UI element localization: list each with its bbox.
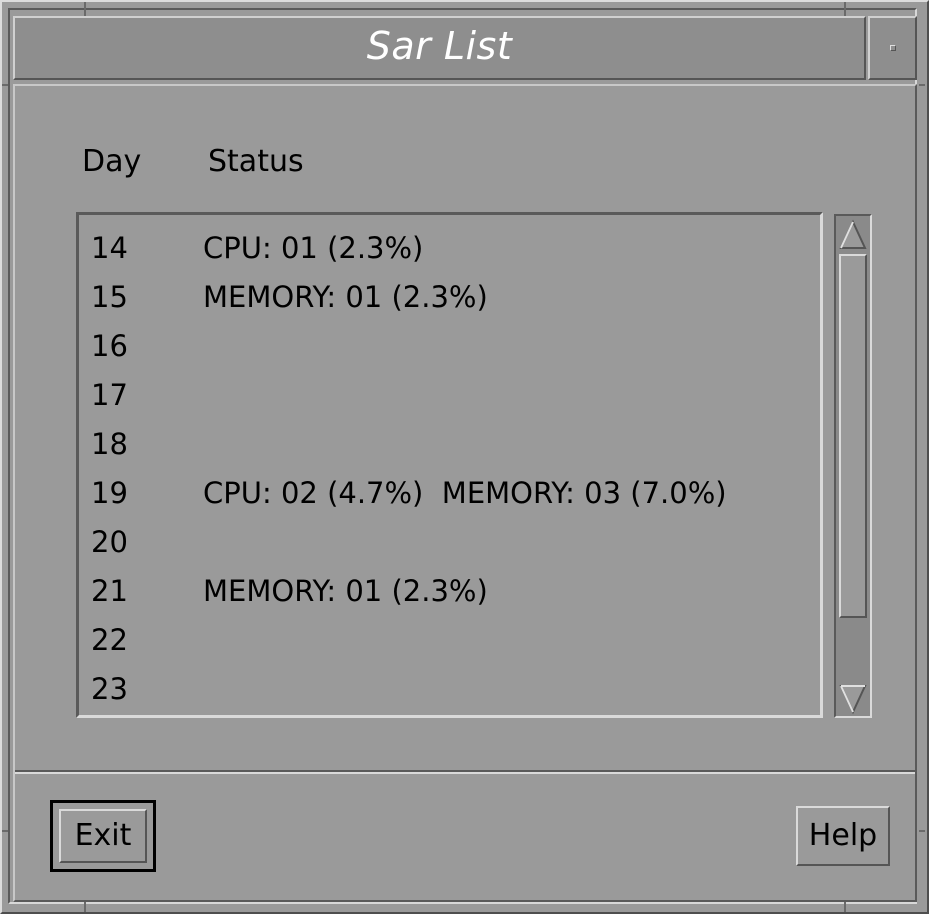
list-item-day: 21 <box>91 574 128 608</box>
list-item-status: MEMORY: 01 (2.3%) <box>203 574 488 608</box>
list-item-status: CPU: 02 (4.7%) MEMORY: 03 (7.0%) <box>203 476 727 510</box>
list-item-day: 14 <box>91 231 128 265</box>
frame-corner-mark <box>844 2 846 16</box>
list-item-day: 16 <box>91 329 128 363</box>
list-item-day: 15 <box>91 280 128 314</box>
list-item-day: 23 <box>91 672 128 706</box>
triangle-up-icon[interactable] <box>838 218 868 252</box>
list-item-day: 18 <box>91 427 128 461</box>
button-separator <box>15 770 915 774</box>
vertical-scrollbar[interactable] <box>834 214 872 718</box>
column-header-status: Status <box>208 144 304 179</box>
sar-list[interactable]: 14 CPU: 01 (2.3%) 15 MEMORY: 01 (2.3%) 1… <box>76 212 823 718</box>
help-button[interactable]: Help <box>796 806 890 866</box>
list-item-status: MEMORY: 01 (2.3%) <box>203 280 488 314</box>
window-title: Sar List <box>366 24 513 68</box>
default-button-outline: Exit <box>50 800 156 872</box>
frame-corner-mark <box>2 830 8 832</box>
list-item-day: 22 <box>91 623 128 657</box>
list-item-day: 20 <box>91 525 128 559</box>
list-item-day: 19 <box>91 476 128 510</box>
maximize-icon <box>890 45 896 51</box>
triangle-down-icon[interactable] <box>838 682 868 716</box>
list-item-day: 17 <box>91 378 128 412</box>
frame-corner-mark <box>919 830 925 832</box>
list-item-status: CPU: 01 (2.3%) <box>203 231 424 265</box>
frame-corner-mark <box>919 84 925 86</box>
exit-button[interactable]: Exit <box>59 809 147 863</box>
scrollbar-thumb[interactable] <box>839 254 867 618</box>
title-bar[interactable]: Sar List <box>13 16 866 80</box>
frame-corner-mark <box>84 2 86 16</box>
frame-corner-mark <box>2 84 8 86</box>
column-header-day: Day <box>82 144 142 179</box>
maximize-button[interactable] <box>868 16 917 80</box>
